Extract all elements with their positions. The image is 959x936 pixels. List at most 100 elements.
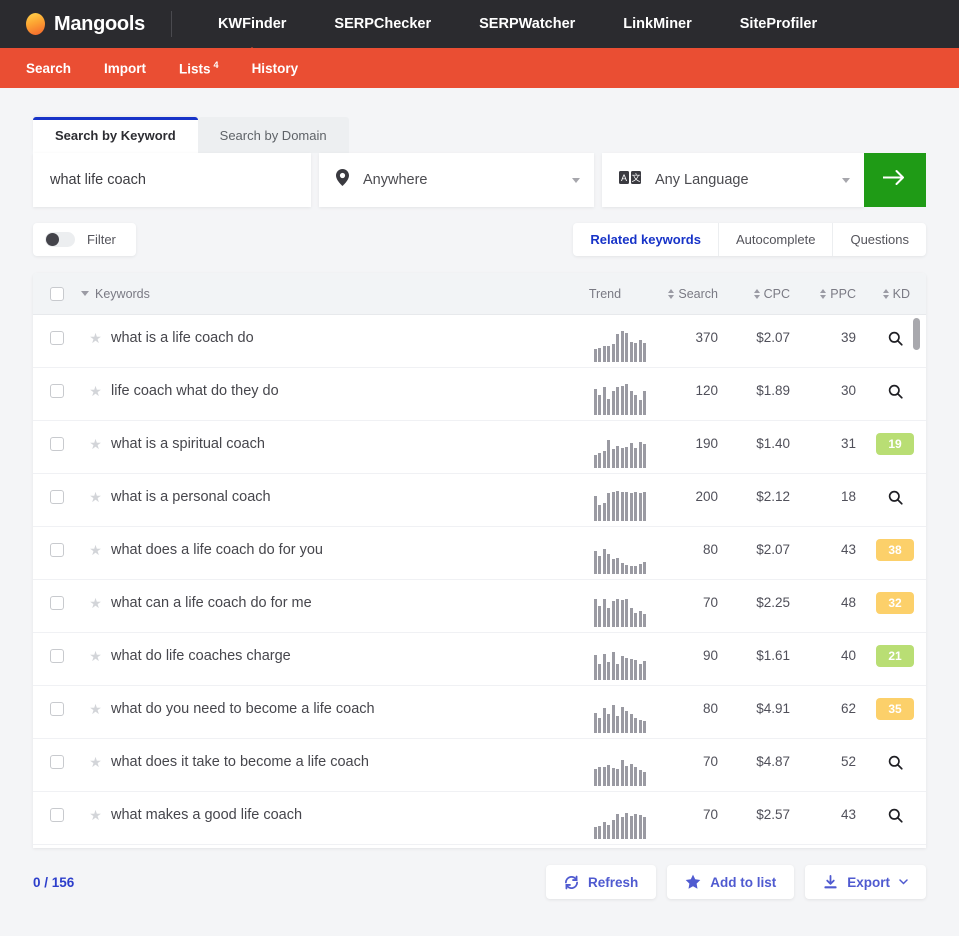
tab-questions[interactable]: Questions: [833, 223, 926, 256]
table-body: ★ what is a life coach do 370 $2.07 39 ★ life …: [33, 315, 926, 845]
star-icon[interactable]: ★: [89, 437, 102, 451]
ppc-value: 43: [840, 542, 856, 557]
star-icon[interactable]: ★: [89, 808, 102, 822]
row-checkbox[interactable]: [49, 596, 64, 610]
filter-toggle-switch[interactable]: [45, 232, 75, 247]
kd-lookup-icon[interactable]: [876, 327, 914, 349]
column-header-search[interactable]: Search: [646, 287, 718, 301]
subnav-item-history[interactable]: History: [252, 61, 299, 76]
app-switcher: KWFinder SERPChecker SERPWatcher LinkMin…: [194, 0, 841, 48]
table-row[interactable]: ★ what do life coaches charge 90 $1.61 40 21: [33, 633, 926, 686]
table-row[interactable]: ★ what do you need to become a life coach…: [33, 686, 926, 739]
language-select[interactable]: A 文 Any Language: [602, 153, 864, 207]
add-to-list-button[interactable]: Add to list: [667, 865, 795, 899]
tab-autocomplete[interactable]: Autocomplete: [719, 223, 834, 256]
lists-count-badge: 4: [213, 59, 219, 70]
filter-toggle-button[interactable]: Filter: [33, 223, 136, 256]
nav-app-serpwatcher[interactable]: SERPWatcher: [455, 0, 599, 48]
keyword-text: life coach what do they do: [111, 384, 279, 399]
refresh-button[interactable]: Refresh: [545, 865, 657, 899]
subnav-item-import[interactable]: Import: [104, 61, 146, 76]
row-favorite-cell: ★: [80, 649, 111, 663]
table-row[interactable]: ★ life coach what do they do 120 $1.89 30: [33, 368, 926, 421]
location-select[interactable]: Anywhere: [319, 153, 594, 207]
keyword-text: what can a life coach do for me: [111, 596, 312, 611]
sub-navigation-bar: Search Import Lists 4 History: [0, 48, 959, 88]
sort-icon: [820, 288, 827, 299]
search-submit-button[interactable]: [864, 153, 926, 207]
select-all-checkbox[interactable]: [49, 286, 64, 301]
trend-sparkline: [564, 752, 646, 786]
kd-lookup-icon[interactable]: [876, 804, 914, 826]
table-scrollbar-thumb[interactable]: [913, 318, 920, 350]
table-header-row: Keywords Trend Search CPC PPC KD: [33, 273, 926, 315]
row-checkbox[interactable]: [49, 331, 64, 345]
cpc-value: $2.25: [756, 595, 790, 610]
column-header-ppc[interactable]: PPC: [790, 287, 856, 301]
row-checkbox[interactable]: [49, 808, 64, 822]
row-checkbox[interactable]: [49, 543, 64, 557]
chevron-down-icon: [81, 291, 89, 296]
star-icon[interactable]: ★: [89, 755, 102, 769]
trend-sparkline: [564, 805, 646, 839]
table-row[interactable]: ★ what is a life coach do 370 $2.07 39: [33, 315, 926, 368]
star-icon[interactable]: ★: [89, 702, 102, 716]
nav-app-siteprofiler[interactable]: SiteProfiler: [716, 0, 841, 48]
subnav-item-lists[interactable]: Lists 4: [179, 60, 219, 77]
keyword-input[interactable]: [50, 172, 311, 188]
column-header-cpc[interactable]: CPC: [718, 287, 790, 301]
row-select-cell: [33, 331, 80, 345]
nav-app-linkminer[interactable]: LinkMiner: [599, 0, 715, 48]
row-checkbox[interactable]: [49, 702, 64, 716]
row-checkbox[interactable]: [49, 490, 64, 504]
star-icon[interactable]: ★: [89, 490, 102, 504]
nav-app-serpchecker[interactable]: SERPChecker: [310, 0, 455, 48]
filter-label: Filter: [87, 232, 116, 247]
table-row[interactable]: ★ what does it take to become a life coac…: [33, 739, 926, 792]
row-favorite-cell: ★: [80, 808, 111, 822]
nav-app-kwfinder[interactable]: KWFinder: [194, 0, 310, 48]
tab-related-keywords[interactable]: Related keywords: [573, 223, 719, 256]
cpc-value: $2.12: [756, 489, 790, 504]
sort-icon: [753, 288, 760, 299]
ppc-value: 18: [840, 489, 856, 504]
search-volume: 80: [702, 701, 718, 716]
table-footer: 0 / 156 Refresh Add to list Export: [33, 865, 926, 899]
row-checkbox[interactable]: [49, 649, 64, 663]
kd-lookup-icon[interactable]: [876, 486, 914, 508]
kd-lookup-icon[interactable]: [876, 380, 914, 402]
row-checkbox[interactable]: [49, 384, 64, 398]
row-favorite-cell: ★: [80, 331, 111, 345]
column-header-kd[interactable]: KD: [856, 287, 926, 301]
subnav-item-search[interactable]: Search: [26, 61, 71, 76]
star-icon[interactable]: ★: [89, 331, 102, 345]
search-volume: 70: [702, 754, 718, 769]
star-icon[interactable]: ★: [89, 649, 102, 663]
table-row[interactable]: ★ what makes a good life coach 70 $2.57 43: [33, 792, 926, 845]
row-checkbox[interactable]: [49, 755, 64, 769]
keyword-text: what is a spiritual coach: [111, 437, 265, 452]
mangools-logo[interactable]: Mangools: [26, 13, 145, 36]
kd-lookup-icon[interactable]: [876, 751, 914, 773]
keyword-input-wrapper[interactable]: [33, 153, 311, 207]
table-row[interactable]: ★ what is a spiritual coach 190 $1.40 31 19: [33, 421, 926, 474]
column-label-ppc: PPC: [830, 286, 856, 301]
table-row[interactable]: ★ what is a personal coach 200 $2.12 18: [33, 474, 926, 527]
table-row[interactable]: ★ what does a life coach do for you 80 $2.0…: [33, 527, 926, 580]
tab-search-by-keyword[interactable]: Search by Keyword: [33, 117, 198, 153]
row-favorite-cell: ★: [80, 384, 111, 398]
star-icon[interactable]: ★: [89, 596, 102, 610]
table-scrollbar[interactable]: [913, 315, 920, 842]
column-header-keywords[interactable]: Keywords: [80, 287, 564, 301]
export-button[interactable]: Export: [805, 865, 926, 899]
tab-search-by-domain[interactable]: Search by Domain: [197, 117, 349, 153]
row-checkbox[interactable]: [49, 437, 64, 451]
ppc-value: 52: [840, 754, 856, 769]
row-select-cell: [33, 437, 80, 451]
table-row[interactable]: ★ what can a life coach do for me 70 $2.25 4…: [33, 580, 926, 633]
star-icon[interactable]: ★: [89, 543, 102, 557]
mango-icon: [26, 13, 45, 35]
column-label-search: Search: [678, 286, 718, 301]
star-icon[interactable]: ★: [89, 384, 102, 398]
footer-actions: Refresh Add to list Export: [545, 865, 926, 899]
